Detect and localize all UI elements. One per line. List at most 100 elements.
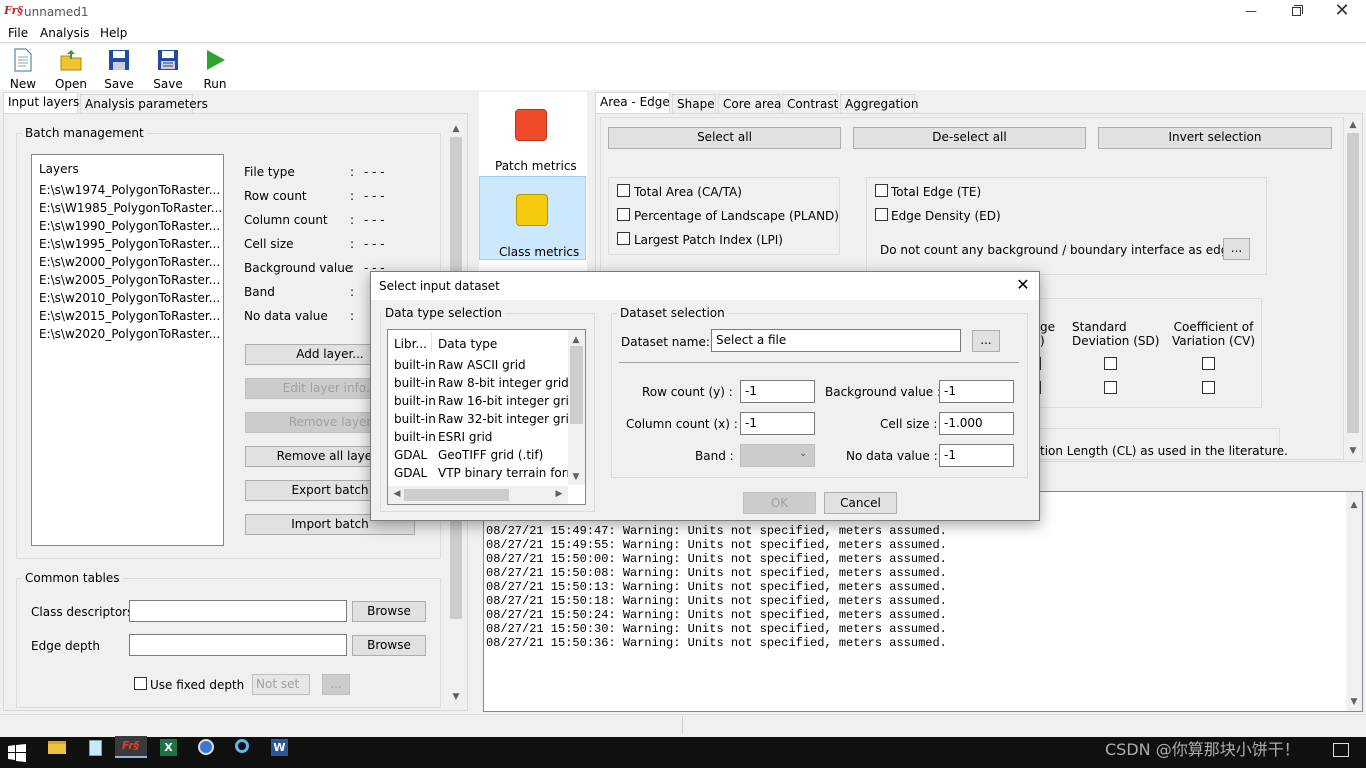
- table-row[interactable]: built-in Raw 8-bit integer grid: [388, 375, 568, 393]
- nodata-value-field[interactable]: -1: [939, 444, 1014, 467]
- fragstats-taskbar-icon[interactable]: Fr§: [115, 736, 147, 758]
- class-descriptors-field[interactable]: [129, 600, 347, 622]
- minimize-button[interactable]: —: [1236, 0, 1266, 24]
- scroll-down-icon[interactable]: ▼: [449, 692, 463, 702]
- menu-file[interactable]: File: [8, 26, 28, 40]
- tab-shape[interactable]: Shape: [672, 94, 716, 113]
- sd-checkbox-1[interactable]: [1104, 357, 1117, 370]
- sd-checkbox-2[interactable]: [1104, 381, 1117, 394]
- scroll-down-icon[interactable]: ▼: [1346, 446, 1360, 456]
- dialog-close-icon[interactable]: ✕: [1011, 275, 1035, 297]
- scroll-left-icon[interactable]: ◀: [390, 489, 404, 499]
- list-item[interactable]: E:\s\w2015_PolygonToRaster...: [39, 309, 220, 323]
- tab-contrast[interactable]: Contrast: [782, 94, 838, 113]
- total-edge-checkbox[interactable]: [875, 184, 888, 197]
- list-item[interactable]: E:\s\w1990_PolygonToRaster...: [39, 219, 220, 233]
- list-item[interactable]: E:\s\w2010_PolygonToRaster...: [39, 291, 220, 305]
- tab-analysis-parameters[interactable]: Analysis parameters: [80, 94, 208, 113]
- fixed-depth-field[interactable]: Not set: [252, 674, 310, 695]
- notepad-icon[interactable]: [83, 736, 107, 758]
- band-select[interactable]: ⌄: [740, 444, 815, 467]
- excel-icon[interactable]: X: [157, 736, 181, 758]
- data-type-rows: built-in Raw ASCII grid built-in Raw 8-bit…: [388, 357, 568, 485]
- toolbar-run-button[interactable]: Run: [195, 48, 235, 91]
- dist-sd-header: Standard Deviation (SD): [1072, 320, 1160, 348]
- prop-sep: :: [350, 189, 355, 203]
- file-explorer-icon[interactable]: [45, 736, 69, 758]
- prop-file-type-value: - - -: [364, 165, 385, 179]
- tab-area-edge[interactable]: Area - Edge: [595, 92, 670, 114]
- word-icon[interactable]: W: [268, 736, 292, 758]
- tab-core-area[interactable]: Core area: [718, 94, 781, 113]
- patch-metrics-item[interactable]: Patch metrics: [479, 92, 586, 176]
- dataset-name-field[interactable]: Select a file: [711, 329, 961, 352]
- table-row[interactable]: GDAL GeoTIFF grid (.tif): [388, 447, 568, 465]
- edge-options-button[interactable]: ...: [1223, 238, 1250, 260]
- scroll-up-icon[interactable]: ▲: [569, 335, 583, 345]
- start-button[interactable]: [8, 744, 26, 762]
- right-scroll-thumb[interactable]: [1347, 133, 1359, 433]
- table-row[interactable]: built-in ESRI grid: [388, 429, 568, 447]
- total-area-checkbox[interactable]: [617, 184, 630, 197]
- scroll-up-icon[interactable]: ▲: [449, 124, 463, 134]
- pland-checkbox[interactable]: [617, 208, 630, 221]
- edge-density-checkbox[interactable]: [875, 208, 888, 221]
- search-map-icon[interactable]: [231, 736, 255, 758]
- class-metrics-item[interactable]: Class metrics: [479, 176, 586, 260]
- notification-icon[interactable]: [1333, 743, 1349, 757]
- toolbar-save-button[interactable]: Save: [99, 48, 139, 91]
- ok-button[interactable]: OK: [743, 492, 816, 514]
- list-item[interactable]: E:\s\W1985_PolygonToRaster...: [39, 201, 222, 215]
- list-item[interactable]: E:\s\w2020_PolygonToRaster...: [39, 327, 220, 341]
- lpi-checkbox[interactable]: [617, 232, 630, 245]
- cell-size-field[interactable]: -1.000: [939, 412, 1014, 435]
- edge-depth-field[interactable]: [129, 634, 347, 656]
- tab-input-layers[interactable]: Input layers: [3, 92, 79, 114]
- list-item[interactable]: E:\s\w2000_PolygonToRaster...: [39, 255, 220, 269]
- log-lines: 08/27/21 15:49:47: Warning: Units not sp…: [486, 524, 947, 650]
- table-row[interactable]: built-in Raw 32-bit integer grid: [388, 411, 568, 429]
- list-item[interactable]: E:\s\w1995_PolygonToRaster...: [39, 237, 220, 251]
- tab-aggregation[interactable]: Aggregation: [840, 94, 918, 113]
- list-col-library[interactable]: Libr...: [394, 337, 427, 351]
- edge-note: Do not count any background / boundary i…: [880, 243, 1240, 257]
- table-row[interactable]: GDALVTP binary terrain format: [388, 465, 568, 483]
- dataset-browse-button[interactable]: ...: [972, 330, 1000, 352]
- new-document-icon: [14, 48, 32, 72]
- cv-checkbox-2[interactable]: [1202, 381, 1215, 394]
- use-fixed-depth-checkbox[interactable]: [134, 677, 147, 690]
- select-all-button[interactable]: Select all: [608, 127, 841, 149]
- toolbar-open-button[interactable]: Open: [51, 48, 91, 91]
- invert-selection-button[interactable]: Invert selection: [1098, 127, 1332, 149]
- edge-depth-browse-button[interactable]: Browse: [352, 635, 426, 656]
- close-button[interactable]: ✕: [1330, 0, 1354, 24]
- scroll-up-icon[interactable]: ▲: [1346, 120, 1360, 130]
- scroll-down-icon[interactable]: ▼: [569, 472, 583, 482]
- scroll-down-icon[interactable]: ▼: [1347, 697, 1361, 707]
- table-row[interactable]: built-in Raw 16-bit integer grid: [388, 393, 568, 411]
- globe-icon[interactable]: [194, 736, 218, 758]
- log-line: 08/27/21 15:50:36: Warning: Units not sp…: [486, 636, 947, 650]
- scroll-up-icon[interactable]: ▲: [1347, 500, 1361, 510]
- toolbar-new-button[interactable]: New: [3, 48, 43, 91]
- table-row[interactable]: built-in Raw ASCII grid: [388, 357, 568, 375]
- fixed-depth-dots-button[interactable]: ...: [322, 674, 350, 695]
- list-col-data-type[interactable]: Data type: [438, 337, 497, 351]
- total-area-label: Total Area (CA/TA): [634, 185, 742, 199]
- row-count-field[interactable]: -1: [740, 380, 815, 403]
- class-descriptors-browse-button[interactable]: Browse: [352, 601, 426, 622]
- list-item[interactable]: E:\s\w2005_PolygonToRaster...: [39, 273, 220, 287]
- cancel-button[interactable]: Cancel: [824, 492, 897, 514]
- data-type-vscroll-thumb[interactable]: [570, 346, 583, 424]
- restore-button[interactable]: [1284, 0, 1308, 24]
- menu-analysis[interactable]: Analysis: [40, 26, 89, 40]
- scroll-right-icon[interactable]: ▶: [552, 489, 566, 499]
- data-type-hscroll-thumb[interactable]: [404, 489, 509, 501]
- background-value-field[interactable]: -1: [939, 380, 1014, 403]
- column-count-field[interactable]: -1: [740, 412, 815, 435]
- list-item[interactable]: E:\s\w1974_PolygonToRaster...: [39, 183, 220, 197]
- deselect-all-button[interactable]: De-select all: [853, 127, 1086, 149]
- log-scrollbar[interactable]: [1346, 492, 1362, 711]
- cv-checkbox-1[interactable]: [1202, 357, 1215, 370]
- menu-help[interactable]: Help: [100, 26, 127, 40]
